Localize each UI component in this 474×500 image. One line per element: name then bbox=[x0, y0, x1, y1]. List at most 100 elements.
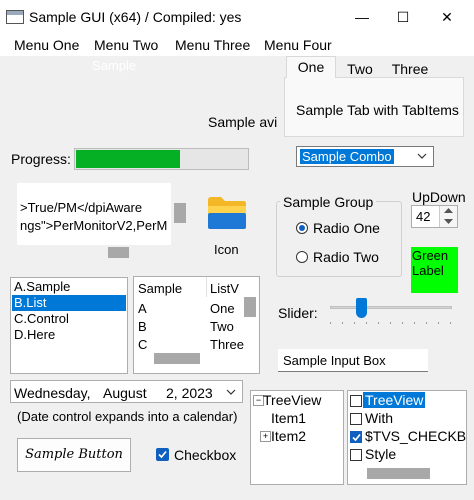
tree-check-item[interactable]: $TVS_CHECKBOXES bbox=[365, 428, 466, 444]
menu-item-four[interactable]: Menu Four bbox=[264, 37, 332, 53]
edit-vscroll-thumb[interactable] bbox=[174, 203, 186, 223]
listview-column-header[interactable]: Sample bbox=[138, 281, 182, 296]
slider-thumb[interactable] bbox=[355, 298, 367, 318]
menu-item-one[interactable]: Menu One bbox=[14, 37, 79, 53]
sample-input-box[interactable]: Sample Input Box bbox=[278, 349, 428, 372]
expand-icon[interactable]: + bbox=[260, 431, 271, 442]
tab-content-label: Sample Tab with TabItems bbox=[296, 102, 459, 118]
sample-listbox[interactable]: A.Sample B.List C.Control D.Here bbox=[10, 277, 128, 374]
list-item-selected[interactable]: B.List bbox=[12, 295, 126, 311]
date-weekday[interactable]: Wednesday, bbox=[14, 385, 91, 401]
tree-item-root[interactable]: TreeView bbox=[263, 392, 321, 408]
slider-tick bbox=[426, 322, 427, 324]
spin-up-icon[interactable] bbox=[444, 208, 453, 214]
icon-label: Icon bbox=[214, 242, 239, 257]
listview-cell[interactable]: A bbox=[138, 301, 147, 316]
radio-one-label[interactable]: Radio One bbox=[313, 220, 380, 236]
tree-check-item[interactable]: With bbox=[365, 410, 393, 426]
sample-listview[interactable]: Sample ListV A One B Two C Three bbox=[133, 276, 260, 374]
progress-bar bbox=[74, 148, 249, 170]
checkmark-icon bbox=[352, 433, 361, 442]
date-day-year[interactable]: 2, 2023 bbox=[166, 385, 213, 401]
slider-tick bbox=[438, 322, 439, 324]
tree-checkbox[interactable] bbox=[350, 449, 362, 461]
updown-spinner[interactable] bbox=[439, 206, 457, 227]
radio-two[interactable] bbox=[296, 251, 308, 263]
chevron-down-icon bbox=[417, 153, 427, 159]
tree-check-item[interactable]: Style bbox=[365, 446, 396, 462]
listview-hscroll-thumb[interactable] bbox=[154, 353, 200, 364]
radio-two-label[interactable]: Radio Two bbox=[313, 249, 379, 265]
app-window-icon[interactable] bbox=[6, 10, 24, 24]
column-divider[interactable] bbox=[206, 277, 207, 297]
input-value: Sample Input Box bbox=[283, 353, 386, 368]
list-item[interactable]: A.Sample bbox=[12, 279, 126, 295]
checklist-hscroll-thumb[interactable] bbox=[367, 468, 430, 479]
sample-combo[interactable]: Sample Combo bbox=[296, 146, 434, 167]
listview-cell[interactable]: B bbox=[138, 319, 147, 334]
slider-ticks bbox=[330, 322, 452, 324]
sample-treeview[interactable]: − TreeView Item1 + Item2 bbox=[250, 390, 344, 485]
group-label: Sample Group bbox=[280, 194, 377, 210]
slider-tick bbox=[378, 322, 379, 324]
progress-label: Progress: bbox=[11, 151, 71, 167]
window-title: Sample GUI (x64) / Compiled: yes bbox=[29, 9, 242, 25]
checkmark-icon bbox=[158, 450, 167, 459]
spin-down-icon[interactable] bbox=[444, 219, 453, 225]
slider-tick bbox=[450, 322, 451, 324]
listview-cell[interactable]: C bbox=[138, 337, 147, 352]
updown-label: UpDown bbox=[412, 189, 466, 205]
slider-track[interactable] bbox=[330, 306, 452, 309]
tab-two[interactable]: Two bbox=[336, 59, 384, 79]
multiline-edit[interactable]: >True/PM</dpiAware ngs">PerMonitorV2,Per… bbox=[17, 183, 171, 245]
tab-one[interactable]: One bbox=[286, 56, 336, 78]
radio-one[interactable] bbox=[296, 222, 308, 234]
calendar-dropdown-icon[interactable] bbox=[226, 389, 236, 396]
date-picker[interactable]: Wednesday, August 2, 2023 bbox=[10, 380, 243, 403]
sample-button[interactable]: Sample Button bbox=[17, 438, 131, 472]
slider-tick bbox=[366, 322, 367, 324]
minimize-button[interactable]: — bbox=[342, 4, 382, 30]
date-hint: (Date control expands into a calendar) bbox=[17, 409, 238, 424]
edit-line: ngs">PerMonitorV2,PerM bbox=[20, 218, 168, 233]
checkbox-label[interactable]: Checkbox bbox=[174, 447, 236, 463]
edit-hscroll-thumb[interactable] bbox=[108, 247, 129, 258]
maximize-button[interactable]: ☐ bbox=[383, 4, 423, 30]
menu-item-three[interactable]: Menu Three bbox=[175, 37, 250, 53]
slider-tick bbox=[414, 322, 415, 324]
updown-value: 42 bbox=[416, 209, 431, 224]
combo-value: Sample Combo bbox=[300, 149, 394, 164]
listview-column-header[interactable]: ListV bbox=[210, 281, 239, 296]
tree-item[interactable]: Item2 bbox=[271, 428, 306, 444]
green-label: Green Label bbox=[411, 247, 458, 293]
checkbox-checked[interactable] bbox=[156, 448, 169, 461]
list-item[interactable]: D.Here bbox=[12, 327, 126, 343]
tree-checkbox[interactable] bbox=[350, 413, 362, 425]
slider-tick bbox=[342, 322, 343, 324]
progress-fill bbox=[76, 150, 180, 168]
folder-icon bbox=[208, 197, 246, 229]
slider-label: Slider: bbox=[278, 305, 318, 321]
slider-tick bbox=[330, 322, 331, 324]
slider-tick bbox=[354, 322, 355, 324]
slider-tick bbox=[402, 322, 403, 324]
slider-tick bbox=[390, 322, 391, 324]
listview-cell[interactable]: One bbox=[210, 301, 235, 316]
tree-checkbox-checked[interactable] bbox=[350, 431, 362, 443]
menu-item-two[interactable]: Menu Two bbox=[94, 37, 158, 53]
sample-group bbox=[276, 201, 402, 277]
close-button[interactable]: ✕ bbox=[427, 4, 467, 30]
tab-three[interactable]: Three bbox=[385, 59, 435, 79]
listview-cell[interactable]: Two bbox=[210, 319, 234, 334]
listview-vscroll-thumb[interactable] bbox=[244, 297, 256, 317]
listview-cell[interactable]: Three bbox=[210, 337, 244, 352]
edit-line: >True/PM</dpiAware bbox=[20, 200, 143, 215]
tree-checkbox[interactable] bbox=[350, 395, 362, 407]
date-month[interactable]: August bbox=[103, 385, 147, 401]
tree-check-item-selected[interactable]: TreeView bbox=[363, 392, 426, 408]
updown-field[interactable]: 42 bbox=[411, 205, 458, 228]
avi-label: Sample avi bbox=[208, 114, 278, 130]
tree-item[interactable]: Item1 bbox=[271, 410, 306, 426]
ghost-sample-label: Sample bbox=[92, 58, 137, 73]
list-item[interactable]: C.Control bbox=[12, 311, 126, 327]
